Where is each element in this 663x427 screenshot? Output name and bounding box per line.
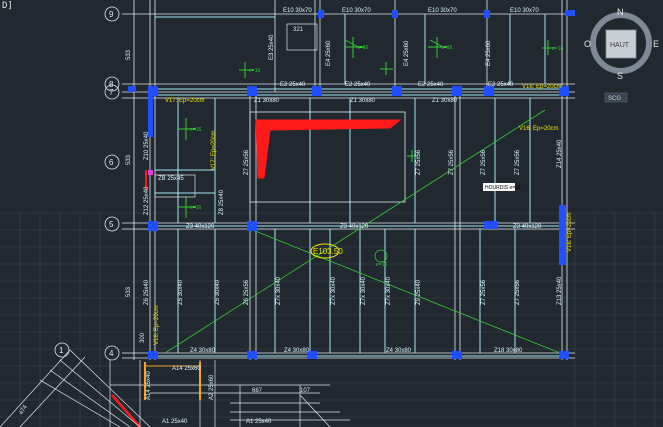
label-a1-b: A1 25x40: [246, 419, 272, 425]
label-e2-a: E2 25x40: [280, 82, 306, 88]
label-v17-a: V17: Ep=20cm: [165, 98, 205, 104]
label-z7x-c: Z7x 30x40: [361, 276, 367, 305]
label-e3: E3 25x40: [269, 34, 275, 60]
slab-mark-7: e=16: [376, 262, 387, 268]
dim-687: 687: [252, 388, 263, 394]
label-z6-b: Z6 25x56: [244, 279, 250, 305]
slab-mark-1: e=16: [190, 127, 201, 133]
label-v17-b: V17: Ep=20cm: [211, 130, 217, 170]
label-z5-a: Z5 30x40: [178, 279, 184, 305]
axis-bubbles: [54, 6, 120, 361]
label-v16-a: V16: Ep=20cm: [522, 84, 562, 90]
label-z7-f: Z7 25x56: [481, 279, 487, 305]
label-z3-a: Z3 40x120: [186, 224, 215, 230]
label-z3-b: Z3 40x120: [340, 224, 369, 230]
label-z7-c: Z7 25x56: [449, 149, 455, 175]
ucs-menu-label: SCG: [608, 96, 621, 102]
label-z6: Z6 25x40: [144, 279, 150, 305]
label-z7-e: Z7 25x56: [515, 149, 521, 175]
selected-red-shape[interactable]: [255, 119, 402, 179]
dim-321: 321: [293, 27, 304, 33]
compass-north[interactable]: N: [617, 7, 624, 17]
label-z4-c: Z4 30x80: [386, 348, 412, 354]
label-e2-c: E2 25x40: [418, 82, 444, 88]
label-z13: Z13 25x40: [557, 276, 563, 305]
label-e10-a: E10 30x70: [283, 8, 312, 14]
label-z8: Z8 25x40: [219, 189, 225, 215]
axis-bubble-4: 4: [109, 349, 114, 358]
viewcube[interactable]: HAUT N S E O SCG: [584, 7, 659, 103]
label-z12: Z12 25x40: [144, 186, 150, 215]
axis-bubble-9: 9: [109, 10, 114, 19]
dim-300: 300: [140, 332, 146, 343]
dim-533-a: 533: [126, 49, 132, 60]
label-e10-d: E10 30x70: [510, 8, 539, 14]
label-z1-c: Z1 30x80: [432, 98, 458, 104]
dim-533-b: 533: [126, 154, 132, 165]
compass-west[interactable]: O: [584, 39, 591, 49]
slab-mark-6: e=16: [552, 46, 563, 52]
label-e10-b: E10 30x70: [342, 8, 371, 14]
label-z7x-a: Z7x 30x40: [276, 276, 282, 305]
label-z7x-d: Z7x 30x40: [386, 276, 392, 305]
label-e10-c: E10 30x70: [428, 8, 457, 14]
label-e4-b: E4 25x60: [404, 40, 410, 66]
dim-107: 107: [300, 388, 311, 394]
label-v16-d: V16: Ep=20cm: [567, 212, 573, 252]
cad-drawing[interactable]: e=16 e=16 e=16 e=16 e=16 e=16 e=16 E103.…: [0, 0, 663, 427]
label-z1-b: Z1 30x80: [350, 98, 376, 104]
label-z4-a: Z4 30x80: [190, 348, 216, 354]
label-z7x-b: Z7x 30x40: [331, 276, 337, 305]
hourdis-label: HOURDIS e=16: [485, 185, 521, 191]
stair-lines: [0, 349, 350, 427]
label-z1-a: Z1 30x80: [254, 98, 280, 104]
label-a2: A2 25x60: [209, 374, 215, 400]
label-v16-b: V16: Ep=20cm: [519, 126, 559, 132]
label-z7-d: Z7 25x56: [481, 149, 487, 175]
slab-mark-5: e=16: [249, 68, 260, 74]
label-a14-a: A14 25x60: [172, 366, 201, 372]
slab-mark-3: e=16: [357, 45, 368, 51]
label-z5-b: Z5 30x40: [215, 279, 221, 305]
label-zb: ZB 25x45: [158, 176, 184, 182]
label-z10: Z10 25x40: [144, 131, 150, 160]
label-e2-b: E2 25x40: [345, 82, 371, 88]
slab-mark-4: e=16: [441, 45, 452, 51]
label-v16-c: V16: Ep=20cm: [154, 305, 160, 345]
compass-east[interactable]: E: [653, 39, 659, 49]
axis-bubble-6: 6: [109, 158, 114, 167]
label-z14: Z14 25x40: [557, 139, 563, 168]
magenta-mark: [148, 170, 153, 175]
dim-533-c: 533: [126, 286, 132, 297]
label-z3-c: Z3 40x120: [513, 224, 542, 230]
label-a1: A1 25x40: [162, 419, 188, 425]
elevation-label: E103.50: [313, 247, 343, 256]
viewcube-face-label: HAUT: [610, 42, 630, 49]
label-e2-d: E2 25x40: [488, 82, 514, 88]
label-e4-c: E4 25x60: [486, 40, 492, 66]
label-z7-a: Z7 25x56: [244, 149, 250, 175]
label-z9: Z9 25x40: [416, 279, 422, 305]
label-z4-b: Z4 30x80: [284, 348, 310, 354]
compass-south[interactable]: S: [617, 71, 623, 81]
axis-bubble-7: 7: [109, 88, 114, 97]
slab-mark-2: e=16: [190, 205, 201, 211]
label-a14-b: A14 25x40: [146, 371, 152, 400]
axis-lines: [122, 0, 575, 360]
label-z18: Z18 30x80: [494, 348, 523, 354]
cad-viewport[interactable]: D] e=16 e=16 e=16 e=16 e=16 e=16 e=16 E1…: [0, 0, 663, 427]
axis-bubble-5: 5: [109, 220, 114, 229]
label-e4-a: E4 25x60: [326, 40, 332, 66]
axis-bubble-1: 1: [59, 346, 64, 355]
label-z7-g: Z7 25x56: [515, 279, 521, 305]
label-z7-b: Z7 25x56: [416, 149, 422, 175]
